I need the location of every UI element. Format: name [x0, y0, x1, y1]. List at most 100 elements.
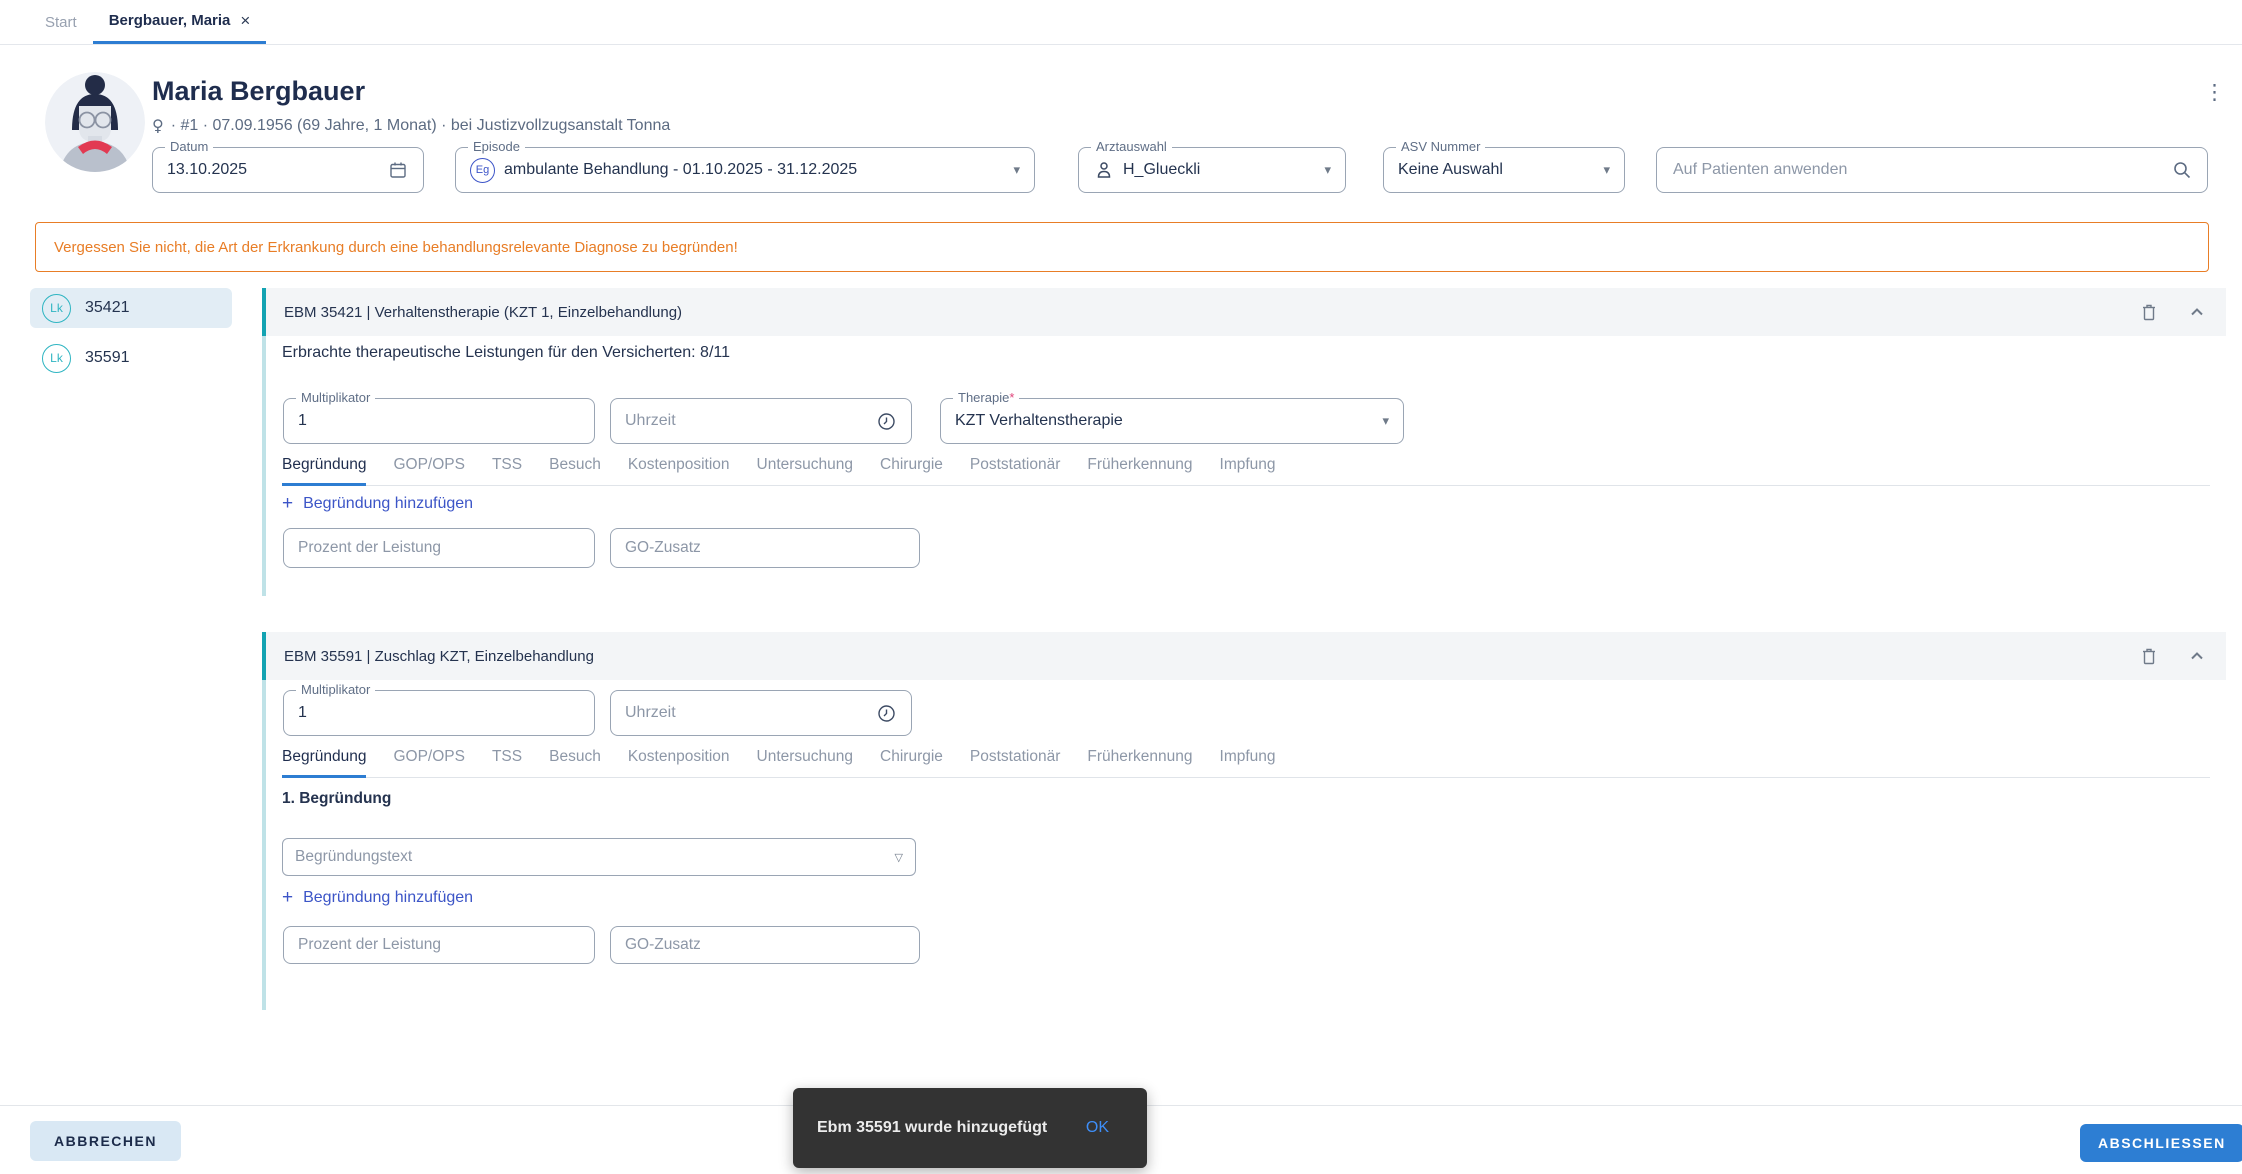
tab-begruendung[interactable]: Begründung [282, 456, 367, 486]
card-accent-bar-light [262, 680, 266, 1010]
lk-badge-icon: Lk [42, 343, 71, 373]
kebab-menu-icon[interactable]: ⋮ [2204, 82, 2225, 103]
card-tabs: Begründung GOP/OPS TSS Besuch Kostenposi… [282, 748, 2210, 778]
therapie-select[interactable]: Therapie* KZT Verhaltenstherapie ▾ [940, 391, 1404, 444]
close-icon[interactable]: × [240, 12, 250, 29]
uhrzeit-field[interactable] [610, 690, 912, 736]
therapie-label: Therapie* [953, 390, 1020, 405]
card-accent-bar-light [262, 336, 266, 596]
chevron-down-icon: ▾ [1382, 413, 1389, 429]
toast-message: Ebm 35591 wurde hinzugefügt [817, 1119, 1048, 1136]
tabbar-divider [0, 44, 2242, 45]
clock-icon[interactable] [875, 410, 897, 432]
search-icon[interactable] [2171, 159, 2193, 181]
required-asterisk: * [1009, 390, 1015, 405]
begruendung-heading: 1. Begründung [282, 790, 392, 807]
tab-tss[interactable]: TSS [492, 456, 522, 485]
patient-search-field[interactable] [1656, 147, 2208, 193]
abschliessen-button[interactable]: ABSCHLIESSEN [2080, 1124, 2242, 1162]
diagnosis-warning-banner: Vergessen Sie nicht, die Art der Erkrank… [35, 222, 2209, 272]
clock-icon[interactable] [875, 702, 897, 724]
add-begruendung-link[interactable]: + Begründung hinzufügen [282, 888, 473, 907]
tab-impfung[interactable]: Impfung [1220, 748, 1276, 777]
chevron-up-icon[interactable] [2186, 301, 2208, 323]
episode-eg-badge: Eg [470, 157, 495, 183]
chevron-up-icon[interactable] [2186, 645, 2208, 667]
sidebar-item-35591[interactable]: Lk 35591 [30, 338, 232, 378]
episode-value: ambulante Behandlung - 01.10.2025 - 31.1… [504, 161, 858, 178]
card-tabs: Begründung GOP/OPS TSS Besuch Kostenposi… [282, 456, 2210, 486]
ebm-35421-card-header[interactable]: EBM 35421 | Verhaltenstherapie (KZT 1, E… [266, 288, 2226, 336]
multiplikator-input[interactable] [298, 704, 580, 722]
tab-begruendung[interactable]: Begründung [282, 748, 367, 778]
datum-label: Datum [165, 140, 214, 153]
arztauswahl-label: Arztauswahl [1091, 140, 1172, 153]
add-begruendung-label: Begründung hinzufügen [303, 888, 474, 906]
ebm-35421-card: EBM 35421 | Verhaltenstherapie (KZT 1, E… [262, 288, 2226, 596]
tab-patient-label: Bergbauer, Maria [108, 12, 231, 29]
episode-label: Episode [468, 140, 525, 153]
abbrechen-button[interactable]: ABBRECHEN [30, 1121, 181, 1161]
tab-patient-bergbauer[interactable]: Bergbauer, Maria × [92, 0, 267, 44]
tab-kostenposition[interactable]: Kostenposition [628, 748, 730, 777]
asv-nummer-label: ASV Nummer [1396, 140, 1486, 153]
search-input[interactable] [1671, 160, 2171, 180]
multiplikator-field[interactable]: Multiplikator [283, 683, 595, 736]
go-zusatz-input[interactable] [610, 528, 920, 568]
card-title: EBM 35591 | Zuschlag KZT, Einzelbehandlu… [284, 647, 594, 665]
arztauswahl-select[interactable]: Arztauswahl H_Glueckli ▾ [1078, 140, 1346, 193]
doctor-icon [1093, 159, 1115, 181]
uhrzeit-input[interactable] [625, 704, 875, 722]
asv-nummer-select[interactable]: ASV Nummer Keine Auswahl ▾ [1383, 140, 1625, 193]
trash-icon[interactable] [2138, 301, 2160, 323]
prozent-der-leistung-input[interactable] [283, 926, 595, 964]
tab-chirurgie[interactable]: Chirurgie [880, 748, 943, 777]
therapy-progress-text: Erbrachte therapeutische Leistungen für … [282, 344, 730, 361]
tab-untersuchung[interactable]: Untersuchung [757, 748, 854, 777]
calendar-icon[interactable] [387, 159, 409, 181]
ebm-35591-card: EBM 35591 | Zuschlag KZT, Einzelbehandlu… [262, 632, 2226, 1010]
arztauswahl-value: H_Glueckli [1123, 161, 1201, 178]
tab-poststationaer[interactable]: Poststationär [970, 456, 1060, 485]
sidebar-item-label: 35591 [85, 349, 130, 366]
tab-besuch[interactable]: Besuch [549, 748, 601, 777]
go-zusatz-input[interactable] [610, 926, 920, 964]
tab-tss[interactable]: TSS [492, 748, 522, 777]
tab-impfung[interactable]: Impfung [1220, 456, 1276, 485]
tab-chirurgie[interactable]: Chirurgie [880, 456, 943, 485]
tab-gop-ops[interactable]: GOP/OPS [393, 748, 465, 777]
multiplikator-input[interactable] [298, 412, 580, 430]
tab-besuch[interactable]: Besuch [549, 456, 601, 485]
tab-kostenposition[interactable]: Kostenposition [628, 456, 730, 485]
tab-start[interactable]: Start [29, 0, 93, 44]
uhrzeit-field[interactable] [610, 398, 912, 444]
trash-icon[interactable] [2138, 645, 2160, 667]
uhrzeit-input[interactable] [625, 412, 875, 430]
prozent-der-leistung-input[interactable] [283, 528, 595, 568]
tab-poststationaer[interactable]: Poststationär [970, 748, 1060, 777]
tab-frueherkennung[interactable]: Früherkennung [1087, 748, 1192, 777]
chevron-down-icon: ▾ [1603, 162, 1610, 178]
app-tab-bar: Start Bergbauer, Maria × [0, 0, 2242, 44]
plus-icon: + [282, 887, 294, 908]
card-title: EBM 35421 | Verhaltenstherapie (KZT 1, E… [284, 303, 683, 321]
lk-badge-icon: Lk [42, 293, 71, 323]
multiplikator-field[interactable]: Multiplikator [283, 391, 595, 444]
tab-untersuchung[interactable]: Untersuchung [757, 456, 854, 485]
toast-ok-button[interactable]: OK [1086, 1119, 1109, 1137]
sidebar-item-35421[interactable]: Lk 35421 [30, 288, 232, 328]
begruendungstext-select[interactable]: Begründungstext ▽ [282, 838, 916, 876]
tab-frueherkennung[interactable]: Früherkennung [1087, 456, 1192, 485]
add-begruendung-link[interactable]: + Begründung hinzufügen [282, 494, 473, 513]
add-begruendung-label: Begründung hinzufügen [303, 494, 474, 512]
datum-input[interactable] [167, 161, 387, 179]
patient-meta-text: · #1 · 07.09.1956 (69 Jahre, 1 Monat) · … [170, 116, 671, 134]
patient-name: Maria Bergbauer [152, 76, 366, 106]
multiplikator-label: Multiplikator [296, 391, 376, 404]
episode-select[interactable]: Episode Eg ambulante Behandlung - 01.10.… [455, 140, 1035, 193]
ebm-35591-card-header[interactable]: EBM 35591 | Zuschlag KZT, Einzelbehandlu… [266, 632, 2226, 680]
warning-text: Vergessen Sie nicht, die Art der Erkrank… [54, 238, 738, 256]
sidebar-item-label: 35421 [85, 299, 130, 316]
tab-gop-ops[interactable]: GOP/OPS [393, 456, 465, 485]
datum-field[interactable]: Datum [152, 140, 424, 193]
